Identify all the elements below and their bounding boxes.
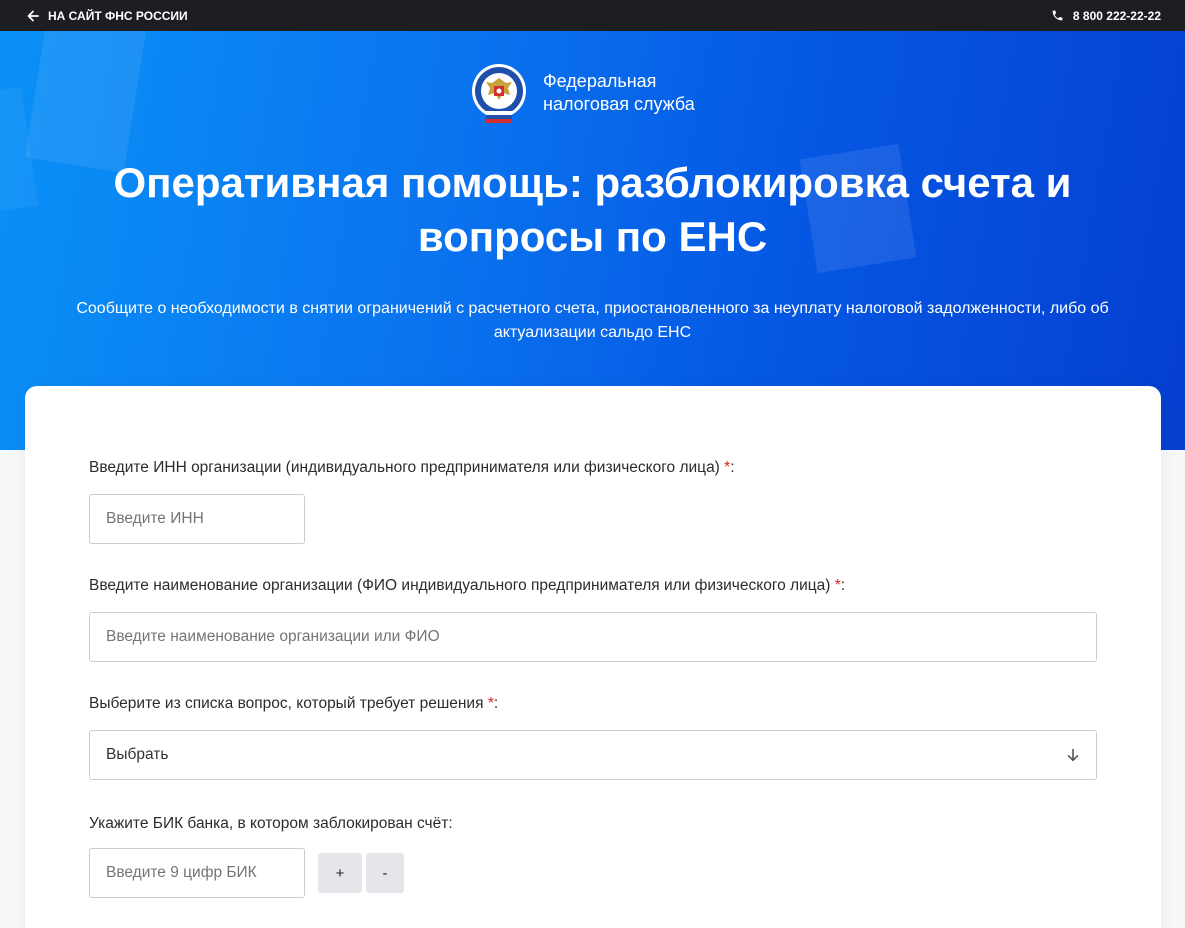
inn-label: Введите ИНН организации (индивидуального… <box>89 459 735 477</box>
label-colon: : <box>730 459 735 476</box>
bik-input[interactable] <box>89 848 305 898</box>
form-card: Введите ИНН организации (индивидуального… <box>25 386 1161 928</box>
page-title: Оперативная помощь: разблокировка счета … <box>113 159 1072 260</box>
add-bik-button[interactable]: + <box>318 853 362 893</box>
question-select[interactable]: Выбрать <box>89 730 1097 780</box>
arrow-down-icon <box>1067 748 1079 762</box>
arrow-left-icon <box>27 10 39 21</box>
page-subtitle: Сообщите о необходимости в снятии ограни… <box>76 300 1109 341</box>
org-name-input[interactable] <box>89 612 1097 662</box>
question-select-value: Выбрать <box>106 746 169 763</box>
top-bar: НА САЙТ ФНС РОССИИ 8 800 222-22-22 <box>0 0 1185 31</box>
label-colon: : <box>840 577 846 594</box>
brand-line-1: Федеральная <box>543 71 657 91</box>
inn-input[interactable] <box>89 494 305 544</box>
decor-shape <box>24 31 152 173</box>
phone-icon <box>1052 10 1063 21</box>
question-label: Выберите из списка вопрос, который требу… <box>89 695 498 713</box>
label-colon: : <box>493 695 499 712</box>
back-to-fns-link[interactable]: НА САЙТ ФНС РОССИИ <box>27 9 188 23</box>
bik-label: Укажите БИК банка, в котором заблокирова… <box>89 815 453 832</box>
question-label-text: Выберите из списка вопрос, который требу… <box>89 695 484 712</box>
phone-number: 8 800 222-22-22 <box>1072 8 1161 23</box>
back-link-label: НА САЙТ ФНС РОССИИ <box>48 8 188 23</box>
brand-line-2: налоговая служба <box>543 94 695 114</box>
fns-brand[interactable]: Федеральная налоговая служба <box>470 61 695 125</box>
name-label-text: Введите наименование организации (ФИО ин… <box>89 577 831 594</box>
inn-label-text: Введите ИНН организации (индивидуального… <box>89 459 720 476</box>
fns-emblem-icon <box>472 64 526 123</box>
phone-contact[interactable]: 8 800 222-22-22 <box>1051 9 1161 23</box>
remove-bik-button[interactable]: - <box>366 853 404 893</box>
name-label: Введите наименование организации (ФИО ин… <box>89 577 845 595</box>
